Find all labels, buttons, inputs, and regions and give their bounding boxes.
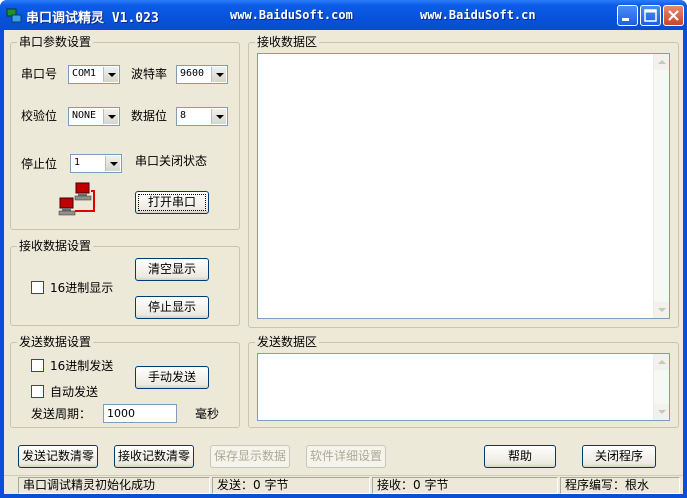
client-area: 串口参数设置 串口号 COM1 波特率 9600 校验位 NONE 数据位 8 … — [4, 30, 683, 494]
receive-settings-title: 接收数据设置 — [17, 239, 94, 253]
status-bar: 串口调试精灵初始化成功 发送：0 字节 接收：0 字节 程序编写：根水 — [4, 475, 683, 494]
window-title: 串口调试精灵 V1.023 — [26, 11, 159, 26]
port-value: COM1 — [72, 68, 97, 79]
baud-value: 9600 — [180, 68, 205, 79]
send-data-textarea[interactable] — [257, 353, 670, 421]
receive-data-group: 接收数据区 — [248, 35, 679, 328]
hex-display-label: 16进制显示 — [50, 281, 114, 295]
receive-data-title: 接收数据区 — [255, 35, 320, 49]
send-settings-group: 发送数据设置 16进制发送 自动发送 手动发送 发送周期： 1000 毫秒 — [10, 335, 240, 428]
open-port-button[interactable]: 打开串口 — [135, 191, 209, 214]
serial-params-title: 串口参数设置 — [17, 35, 94, 49]
receive-data-textarea[interactable] — [257, 53, 670, 319]
help-button[interactable]: 帮助 — [484, 445, 556, 468]
title-url-cn: www.BaiduSoft.cn — [420, 8, 536, 22]
serial-params-group: 串口参数设置 串口号 COM1 波特率 9600 校验位 NONE 数据位 8 … — [10, 35, 240, 230]
serial-connection-icon — [58, 182, 95, 216]
stopbits-select[interactable]: 1 — [70, 154, 122, 173]
port-select[interactable]: COM1 — [68, 65, 120, 84]
manual-send-button[interactable]: 手动发送 — [135, 366, 209, 389]
send-data-title: 发送数据区 — [255, 335, 320, 349]
software-settings-button[interactable]: 软件详细设置 — [306, 445, 386, 468]
maximize-button[interactable] — [640, 5, 661, 26]
baud-select[interactable]: 9600 — [176, 65, 228, 84]
send-settings-title: 发送数据设置 — [17, 335, 94, 349]
clear-display-button[interactable]: 清空显示 — [135, 258, 209, 281]
receive-scrollbar[interactable] — [653, 54, 669, 318]
stopbits-label: 停止位 — [21, 157, 58, 171]
parity-value: NONE — [72, 110, 97, 121]
chevron-down-icon[interactable] — [105, 156, 120, 171]
chevron-down-icon[interactable] — [103, 67, 118, 82]
serial-port-app-icon — [6, 8, 22, 23]
scroll-up-icon[interactable] — [654, 54, 669, 70]
hex-send-label: 16进制发送 — [50, 359, 114, 373]
databits-label: 数据位 — [131, 109, 168, 123]
clear-recv-count-button[interactable]: 接收记数清零 — [114, 445, 194, 468]
port-label: 串口号 — [21, 67, 58, 81]
chevron-down-icon[interactable] — [211, 109, 226, 124]
clear-send-count-button[interactable]: 发送记数清零 — [18, 445, 98, 468]
app-window: 串口调试精灵 V1.023 www.BaiduSoft.com www.Baid… — [0, 0, 687, 498]
title-bar[interactable]: 串口调试精灵 V1.023 www.BaiduSoft.com www.Baid… — [0, 0, 687, 30]
receive-settings-group: 接收数据设置 16进制显示 清空显示 停止显示 — [10, 239, 240, 326]
hex-send-checkbox[interactable] — [31, 359, 44, 372]
baud-label: 波特率 — [131, 67, 168, 81]
auto-send-checkbox[interactable] — [31, 385, 44, 398]
title-url-com: www.BaiduSoft.com — [230, 8, 353, 22]
close-program-button[interactable]: 关闭程序 — [582, 445, 656, 468]
minimize-icon — [622, 18, 629, 21]
parity-label: 校验位 — [21, 109, 58, 123]
close-icon — [668, 10, 679, 21]
scroll-up-icon[interactable] — [654, 354, 669, 370]
auto-send-label: 自动发送 — [50, 385, 99, 399]
send-data-group: 发送数据区 — [248, 335, 679, 428]
send-scrollbar[interactable] — [653, 354, 669, 420]
status-message: 串口调试精灵初始化成功 — [18, 477, 210, 494]
databits-select[interactable]: 8 — [176, 107, 228, 126]
scroll-down-icon[interactable] — [654, 302, 669, 318]
databits-value: 8 — [180, 110, 187, 121]
close-window-button[interactable] — [663, 5, 684, 26]
status-received-bytes: 接收：0 字节 — [372, 477, 558, 494]
chevron-down-icon[interactable] — [103, 109, 118, 124]
maximize-icon — [644, 9, 657, 22]
status-sent-bytes: 发送：0 字节 — [212, 477, 370, 494]
status-author: 程序编写：根水 — [560, 477, 680, 494]
period-unit-label: 毫秒 — [195, 407, 220, 421]
parity-select[interactable]: NONE — [68, 107, 120, 126]
minimize-button[interactable] — [617, 5, 638, 26]
send-period-input[interactable]: 1000 — [103, 404, 177, 423]
chevron-down-icon[interactable] — [211, 67, 226, 82]
save-display-button[interactable]: 保存显示数据 — [210, 445, 290, 468]
port-status-text: 串口关闭状态 — [135, 154, 208, 168]
stop-display-button[interactable]: 停止显示 — [135, 296, 209, 319]
send-period-label: 发送周期： — [31, 407, 92, 421]
hex-display-checkbox[interactable] — [31, 281, 44, 294]
scroll-down-icon[interactable] — [654, 404, 669, 420]
stopbits-value: 1 — [74, 157, 81, 168]
